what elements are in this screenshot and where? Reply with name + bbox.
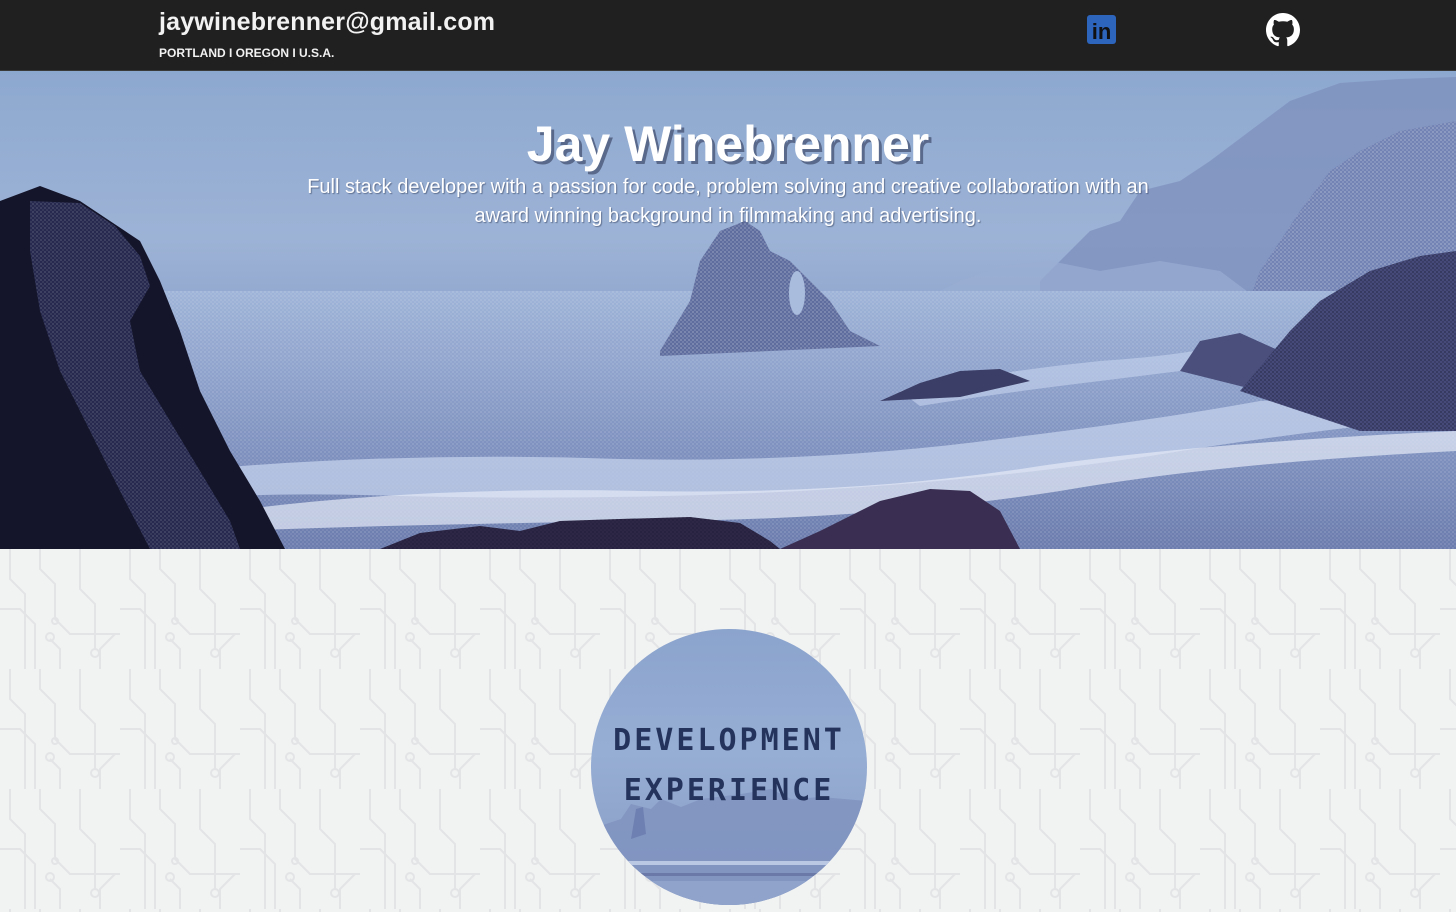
badge-title-line-1: DEVELOPMENT xyxy=(613,723,845,758)
email-link[interactable]: jaywinebrenner@gmail.com xyxy=(159,8,495,37)
development-experience-badge[interactable]: DEVELOPMENT EXPERIENCE xyxy=(591,629,867,905)
badge-title-line-2: EXPERIENCE xyxy=(623,773,835,808)
linkedin-icon[interactable]: in xyxy=(1087,15,1116,44)
github-icon[interactable] xyxy=(1266,13,1300,47)
hero-name: Jay Winebrenner xyxy=(526,116,930,172)
badge-background-art xyxy=(591,789,867,905)
hero-banner: Jay Winebrenner Full stack developer wit… xyxy=(0,71,1456,549)
top-bar: jaywinebrenner@gmail.com PORTLAND I OREG… xyxy=(0,0,1456,71)
content-section: DEVELOPMENT EXPERIENCE xyxy=(0,549,1456,912)
hero-tagline: Full stack developer with a passion for … xyxy=(307,176,1149,227)
location-text: PORTLAND I OREGON I U.S.A. xyxy=(159,46,335,60)
